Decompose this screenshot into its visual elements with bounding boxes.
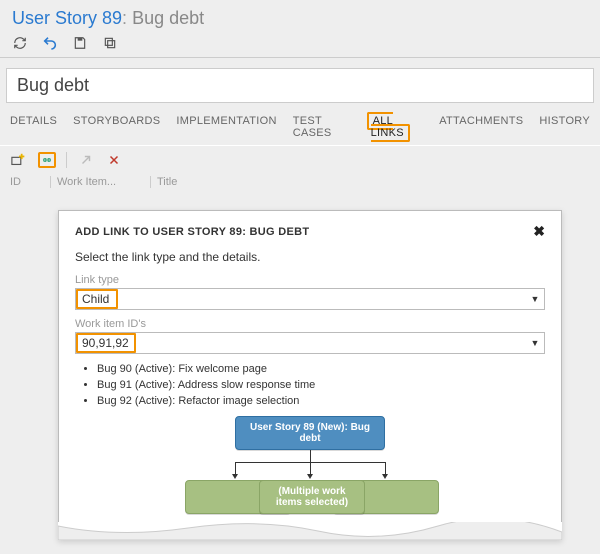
list-item: Bug 92 (Active): Refactor image selectio… <box>97 394 545 410</box>
work-item-ids-label: Work item ID's <box>75 318 545 330</box>
graph-child-node-selected: (Multiple work items selected) <box>259 480 365 514</box>
title-text: Bug debt <box>17 75 89 95</box>
dialog-instruction: Select the link type and the details. <box>75 250 545 264</box>
work-item-ids-value: 90,91,92 <box>76 336 526 350</box>
tab-details[interactable]: DETAILS <box>10 115 57 139</box>
new-link-icon[interactable] <box>10 152 28 168</box>
links-toolbar <box>0 146 600 172</box>
link-type-label: Link type <box>75 274 545 286</box>
tab-attachments[interactable]: ATTACHMENTS <box>439 115 523 139</box>
resolved-items-list: Bug 90 (Active): Fix welcome page Bug 91… <box>75 362 545 410</box>
open-link-icon[interactable] <box>77 152 95 168</box>
save-icon[interactable] <box>72 35 88 51</box>
tab-implementation[interactable]: IMPLEMENTATION <box>176 115 276 139</box>
close-icon[interactable]: ✖ <box>533 223 545 240</box>
link-type-value: Child <box>76 292 526 306</box>
breadcrumb-item-link[interactable]: User Story 89 <box>12 8 122 28</box>
title-input[interactable]: Bug debt <box>6 68 594 103</box>
chevron-down-icon: ▼ <box>526 294 544 304</box>
list-item: Bug 90 (Active): Fix welcome page <box>97 362 545 378</box>
add-link-dialog: ADD LINK TO USER STORY 89: BUG DEBT ✖ Se… <box>58 210 562 540</box>
torn-edge <box>58 522 562 540</box>
link-to-existing-icon[interactable] <box>38 152 56 168</box>
column-headers: ID Work Item... Title <box>0 172 600 192</box>
breadcrumb: User Story 89: Bug debt <box>12 8 588 29</box>
undo-icon[interactable] <box>42 35 58 51</box>
copy-icon[interactable] <box>102 35 118 51</box>
col-title[interactable]: Title <box>150 176 590 188</box>
refresh-icon[interactable] <box>12 35 28 51</box>
work-item-ids-input[interactable]: 90,91,92 ▼ <box>75 332 545 354</box>
header: User Story 89: Bug debt <box>0 0 600 58</box>
breadcrumb-separator: : <box>122 8 127 28</box>
dialog-title: ADD LINK TO USER STORY 89: BUG DEBT <box>75 226 309 238</box>
tab-storyboards[interactable]: STORYBOARDS <box>73 115 160 139</box>
list-item: Bug 91 (Active): Address slow response t… <box>97 378 545 394</box>
delete-link-icon[interactable] <box>105 152 123 168</box>
tab-alllinks[interactable]: ALL LINKS <box>371 115 424 139</box>
chevron-down-icon: ▼ <box>526 338 544 348</box>
tabs: DETAILS STORYBOARDS IMPLEMENTATION TEST … <box>0 111 600 146</box>
graph-parent-node: User Story 89 (New): Bug debt <box>235 416 385 450</box>
header-toolbar <box>12 29 588 53</box>
col-id[interactable]: ID <box>10 176 50 188</box>
link-graph: User Story 89 (New): Bug debt (Multiple … <box>75 416 545 526</box>
tab-testcases[interactable]: TEST CASES <box>293 115 355 139</box>
breadcrumb-title: Bug debt <box>132 8 204 28</box>
tab-history[interactable]: HISTORY <box>539 115 590 139</box>
col-type[interactable]: Work Item... <box>50 176 150 188</box>
toolbar-separator <box>66 152 67 168</box>
link-type-dropdown[interactable]: Child ▼ <box>75 288 545 310</box>
